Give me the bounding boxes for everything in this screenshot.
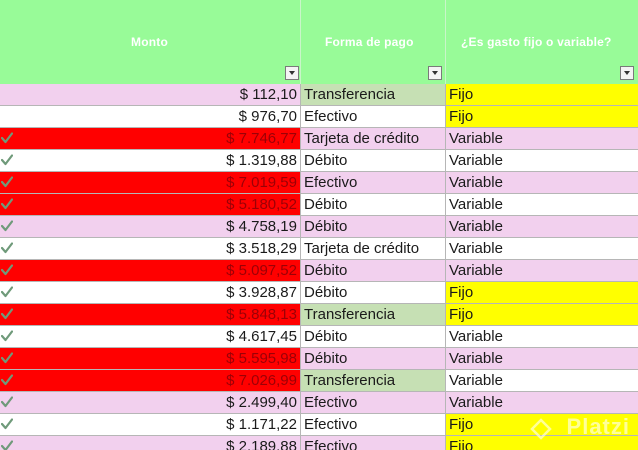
cell-monto[interactable]: $ 5.595,98: [0, 348, 301, 369]
checkmark-icon: [1, 198, 13, 210]
cell-gasto-fijo-variable[interactable]: Variable: [446, 260, 638, 281]
cell-gasto-fijo-variable[interactable]: Variable: [446, 150, 638, 171]
platzi-logo-icon: [530, 418, 552, 440]
cell-forma-de-pago[interactable]: Transferencia: [301, 304, 446, 325]
table-row: $ 5.097,52 Débito Variable: [0, 260, 638, 282]
cell-forma-de-pago[interactable]: Efectivo: [301, 172, 446, 193]
table-row: $ 112,10 Transferencia Fijo: [0, 84, 638, 106]
checkmark-icon: [1, 154, 13, 166]
cell-monto[interactable]: $ 5.097,52: [0, 260, 301, 281]
cell-forma-de-pago[interactable]: Transferencia: [301, 84, 446, 105]
table-row: $ 5.180,52 Débito Variable: [0, 194, 638, 216]
cell-monto[interactable]: $ 7.019,59: [0, 172, 301, 193]
cell-forma-de-pago[interactable]: Efectivo: [301, 392, 446, 413]
checkmark-icon: [1, 396, 13, 408]
cell-forma-de-pago[interactable]: Débito: [301, 150, 446, 171]
table-row: $ 7.019,59 Efectivo Variable: [0, 172, 638, 194]
table-row: $ 7.746,77 Tarjeta de crédito Variable: [0, 128, 638, 150]
cell-monto[interactable]: $ 7.026,99: [0, 370, 301, 391]
table-row: $ 4.617,45 Débito Variable: [0, 326, 638, 348]
platzi-watermark: Platzi: [566, 414, 630, 439]
table-row: $ 5.595,98 Débito Variable: [0, 348, 638, 370]
cell-forma-de-pago[interactable]: Débito: [301, 326, 446, 347]
checkmark-icon: [1, 308, 13, 320]
table-body: $ 112,10 Transferencia Fijo $ 976,70 Efectiv…: [0, 84, 638, 450]
cell-monto[interactable]: $ 976,70: [0, 106, 301, 127]
cell-forma-de-pago[interactable]: Tarjeta de crédito: [301, 238, 446, 259]
checkmark-icon: [1, 440, 13, 450]
cell-gasto-fijo-variable[interactable]: Variable: [446, 238, 638, 259]
cell-monto[interactable]: $ 1.171,22: [0, 414, 301, 435]
cell-forma-de-pago[interactable]: Débito: [301, 260, 446, 281]
cell-monto[interactable]: $ 1.319,88: [0, 150, 301, 171]
checkmark-icon: [1, 242, 13, 254]
table-row: $ 2.499,40 Efectivo Variable: [0, 392, 638, 414]
cell-forma-de-pago[interactable]: Débito: [301, 282, 446, 303]
header-cell-monto[interactable]: Monto: [0, 0, 301, 84]
cell-monto[interactable]: $ 5.180,52: [0, 194, 301, 215]
cell-gasto-fijo-variable[interactable]: Variable: [446, 370, 638, 391]
cell-gasto-fijo-variable[interactable]: Fijo: [446, 106, 638, 127]
cell-forma-de-pago[interactable]: Efectivo: [301, 106, 446, 127]
cell-gasto-fijo-variable[interactable]: Variable: [446, 392, 638, 413]
cell-gasto-fijo-variable[interactable]: Variable: [446, 326, 638, 347]
checkmark-icon: [1, 374, 13, 386]
cell-monto[interactable]: $ 3.928,87: [0, 282, 301, 303]
spreadsheet: Monto Forma de pago ¿Es gasto fijo o var…: [0, 0, 638, 450]
cell-monto[interactable]: $ 4.758,19: [0, 216, 301, 237]
cell-gasto-fijo-variable[interactable]: Variable: [446, 128, 638, 149]
header-label-forma-de-pago: Forma de pago: [325, 35, 414, 49]
checkmark-icon: [1, 352, 13, 364]
checkmark-icon: [1, 330, 13, 342]
table-row: $ 1.319,88 Débito Variable: [0, 150, 638, 172]
header-label-gasto-fijo-variable: ¿Es gasto fijo o variable?: [461, 35, 612, 49]
header-cell-forma-de-pago[interactable]: Forma de pago: [301, 0, 446, 84]
checkmark-icon: [1, 220, 13, 232]
cell-forma-de-pago[interactable]: Transferencia: [301, 370, 446, 391]
filter-dropdown-fijo-icon[interactable]: [620, 66, 634, 80]
checkmark-icon: [1, 418, 13, 430]
checkmark-icon: [1, 286, 13, 298]
table-row: $ 3.518,29 Tarjeta de crédito Variable: [0, 238, 638, 260]
cell-gasto-fijo-variable[interactable]: Fijo: [446, 84, 638, 105]
cell-monto[interactable]: $ 2.189,88: [0, 436, 301, 450]
cell-forma-de-pago[interactable]: Débito: [301, 348, 446, 369]
cell-forma-de-pago[interactable]: Efectivo: [301, 414, 446, 435]
cell-gasto-fijo-variable[interactable]: Variable: [446, 194, 638, 215]
table-row: $ 3.928,87 Débito Fijo: [0, 282, 638, 304]
cell-monto[interactable]: $ 112,10: [0, 84, 301, 105]
checkmark-icon: [1, 176, 13, 188]
cell-monto[interactable]: $ 2.499,40: [0, 392, 301, 413]
table-row: $ 5.848,13 Transferencia Fijo: [0, 304, 638, 326]
table-row: $ 976,70 Efectivo Fijo: [0, 106, 638, 128]
table-row: $ 4.758,19 Débito Variable: [0, 216, 638, 238]
filter-dropdown-forma-icon[interactable]: [428, 66, 442, 80]
cell-monto[interactable]: $ 3.518,29: [0, 238, 301, 259]
cell-forma-de-pago[interactable]: Débito: [301, 194, 446, 215]
cell-gasto-fijo-variable[interactable]: Variable: [446, 216, 638, 237]
checkmark-icon: [1, 132, 13, 144]
cell-monto[interactable]: $ 7.746,77: [0, 128, 301, 149]
cell-gasto-fijo-variable[interactable]: Fijo: [446, 282, 638, 303]
cell-forma-de-pago[interactable]: Débito: [301, 216, 446, 237]
cell-gasto-fijo-variable[interactable]: Variable: [446, 172, 638, 193]
table-row: $ 7.026,99 Transferencia Variable: [0, 370, 638, 392]
header-label-monto: Monto: [131, 35, 168, 49]
cell-monto[interactable]: $ 5.848,13: [0, 304, 301, 325]
cell-gasto-fijo-variable[interactable]: Variable: [446, 348, 638, 369]
table-header: Monto Forma de pago ¿Es gasto fijo o var…: [0, 0, 638, 84]
cell-monto[interactable]: $ 4.617,45: [0, 326, 301, 347]
cell-forma-de-pago[interactable]: Efectivo: [301, 436, 446, 450]
checkmark-icon: [1, 264, 13, 276]
filter-dropdown-monto-icon[interactable]: [285, 66, 299, 80]
cell-gasto-fijo-variable[interactable]: Fijo: [446, 304, 638, 325]
cell-forma-de-pago[interactable]: Tarjeta de crédito: [301, 128, 446, 149]
header-cell-gasto-fijo-variable[interactable]: ¿Es gasto fijo o variable?: [446, 0, 638, 84]
